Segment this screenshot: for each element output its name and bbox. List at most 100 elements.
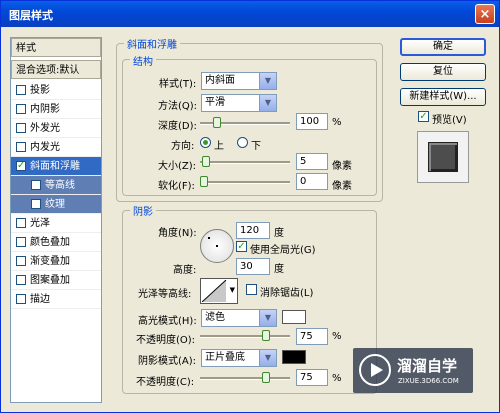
soften-slider-thumb[interactable] <box>200 176 208 187</box>
reset-button[interactable]: 复位 <box>400 63 486 81</box>
shadow-opacity-label: 不透明度(C): <box>136 377 195 388</box>
soften-unit: 像素 <box>332 181 352 192</box>
dial-pointer-icon <box>208 237 210 239</box>
antialias-label: 消除锯齿(L) <box>260 288 314 299</box>
technique-select[interactable]: 平滑 ▼ <box>201 94 277 112</box>
checkbox-icon[interactable] <box>16 123 26 133</box>
altitude-input[interactable]: 30 <box>236 258 270 275</box>
size-slider-track[interactable] <box>200 161 290 164</box>
altitude-unit: 度 <box>274 264 284 275</box>
sidebar-item-drop-shadow[interactable]: 投影 <box>11 81 101 100</box>
highlight-mode-value: 滤色 <box>205 312 225 323</box>
sidebar-item-label: 纹理 <box>45 199 65 210</box>
ok-button[interactable]: 确定 <box>400 38 486 56</box>
checkbox-icon[interactable] <box>16 142 26 152</box>
antialias-checkbox[interactable] <box>246 284 257 295</box>
shadow-mode-select[interactable]: 正片叠底 ▼ <box>201 349 277 367</box>
depth-slider-thumb[interactable] <box>213 117 221 128</box>
shadow-color-swatch[interactable] <box>282 350 306 364</box>
bevel-emboss-title: 斜面和浮雕 <box>124 36 180 51</box>
global-light-label: 使用全局光(G) <box>250 245 316 256</box>
sidebar-item-pattern-overlay[interactable]: 图案叠加 <box>11 271 101 290</box>
checkbox-icon[interactable] <box>31 199 41 209</box>
altitude-label: 高度: <box>173 265 197 276</box>
close-button[interactable]: × <box>475 4 495 24</box>
direction-up-radio[interactable] <box>200 137 211 148</box>
sidebar-item-label: 投影 <box>30 85 50 96</box>
highlight-color-swatch[interactable] <box>282 310 306 324</box>
shadow-mode-label: 阴影模式(A): <box>138 356 197 367</box>
watermark-subtitle: ZIXUE.3D66.COM <box>398 377 459 385</box>
shadow-opacity-unit: % <box>332 373 342 384</box>
checkbox-icon[interactable] <box>16 218 26 228</box>
sidebar-item-contour[interactable]: 等高线 <box>11 176 101 195</box>
sidebar-item-label: 外发光 <box>30 123 60 134</box>
shadow-opacity-thumb[interactable] <box>262 372 270 383</box>
preview-label: 预览(V) <box>432 115 467 126</box>
sidebar-item-label: 渐变叠加 <box>30 256 70 267</box>
sidebar-item-gradient-overlay[interactable]: 渐变叠加 <box>11 252 101 271</box>
highlight-opacity-thumb[interactable] <box>262 330 270 341</box>
sidebar-item-stroke[interactable]: 描边 <box>11 290 101 309</box>
sidebar-item-label: 描边 <box>30 294 50 305</box>
soften-input[interactable]: 0 <box>296 173 328 190</box>
checkbox-icon[interactable] <box>16 256 26 266</box>
checkbox-checked-icon[interactable]: ✓ <box>16 161 26 171</box>
size-slider-thumb[interactable] <box>202 156 210 167</box>
angle-input[interactable]: 120 <box>236 222 270 239</box>
checkbox-icon[interactable] <box>31 180 41 190</box>
sidebar-item-satin[interactable]: 光泽 <box>11 214 101 233</box>
styles-list: 样式 混合选项:默认 投影 内阴影 外发光 内发光 ✓ 斜面和浮雕 等高线 纹理 <box>10 37 102 403</box>
sidebar-item-label: 内阴影 <box>30 104 60 115</box>
depth-input[interactable]: 100 <box>296 113 328 130</box>
highlight-opacity-track[interactable] <box>200 335 290 338</box>
checkbox-icon[interactable] <box>16 294 26 304</box>
preview-thumbnail <box>417 131 469 183</box>
size-input[interactable]: 5 <box>296 153 328 170</box>
highlight-mode-select[interactable]: 滤色 ▼ <box>201 309 277 327</box>
sidebar-item-label: 斜面和浮雕 <box>30 161 80 172</box>
size-label: 大小(Z): <box>158 161 197 172</box>
sidebar-item-label: 等高线 <box>45 180 75 191</box>
direction-down-radio[interactable] <box>237 137 248 148</box>
chevron-down-icon[interactable]: ▼ <box>259 350 276 366</box>
contour-curve-icon <box>202 280 227 302</box>
new-style-button[interactable]: 新建样式(W)... <box>400 88 486 106</box>
sidebar-item-outer-glow[interactable]: 外发光 <box>11 119 101 138</box>
angle-label: 角度(N): <box>158 228 197 239</box>
highlight-opacity-input[interactable]: 75 <box>296 328 328 345</box>
styles-header[interactable]: 样式 <box>11 38 101 57</box>
checkbox-icon[interactable] <box>16 85 26 95</box>
checkbox-icon[interactable] <box>16 237 26 247</box>
shadow-mode-value: 正片叠底 <box>205 352 245 363</box>
sidebar-item-label: 光泽 <box>30 218 50 229</box>
chevron-down-icon[interactable]: ▼ <box>259 73 276 89</box>
preview-checkbox[interactable]: ✓ <box>418 111 429 122</box>
checkbox-icon[interactable] <box>16 104 26 114</box>
technique-label: 方法(Q): <box>158 101 198 112</box>
chevron-down-icon[interactable]: ▼ <box>259 95 276 111</box>
global-light-checkbox[interactable]: ✓ <box>236 241 247 252</box>
checkbox-icon[interactable] <box>16 275 26 285</box>
dial-center-icon <box>216 245 218 247</box>
chevron-down-icon[interactable]: ▼ <box>230 286 235 294</box>
style-select[interactable]: 内斜面 ▼ <box>201 72 277 90</box>
shadow-opacity-input[interactable]: 75 <box>296 369 328 386</box>
angle-dial[interactable] <box>200 229 234 263</box>
play-logo-icon <box>359 354 391 386</box>
sidebar-item-inner-shadow[interactable]: 内阴影 <box>11 100 101 119</box>
shadow-opacity-track[interactable] <box>200 377 290 380</box>
depth-unit: % <box>332 117 342 128</box>
highlight-opacity-unit: % <box>332 331 342 342</box>
sidebar-item-bevel-emboss[interactable]: ✓ 斜面和浮雕 <box>11 157 101 176</box>
sidebar-item-inner-glow[interactable]: 内发光 <box>11 138 101 157</box>
preview-swatch <box>428 142 458 172</box>
sidebar-item-texture[interactable]: 纹理 <box>11 195 101 214</box>
soften-slider-track[interactable] <box>200 181 290 184</box>
sidebar-item-color-overlay[interactable]: 颜色叠加 <box>11 233 101 252</box>
blend-options-item[interactable]: 混合选项:默认 <box>11 60 101 79</box>
sidebar-item-label: 颜色叠加 <box>30 237 70 248</box>
window-title: 图层样式 <box>9 9 53 22</box>
chevron-down-icon[interactable]: ▼ <box>259 310 276 326</box>
gloss-contour-picker[interactable]: ▼ <box>200 278 238 304</box>
